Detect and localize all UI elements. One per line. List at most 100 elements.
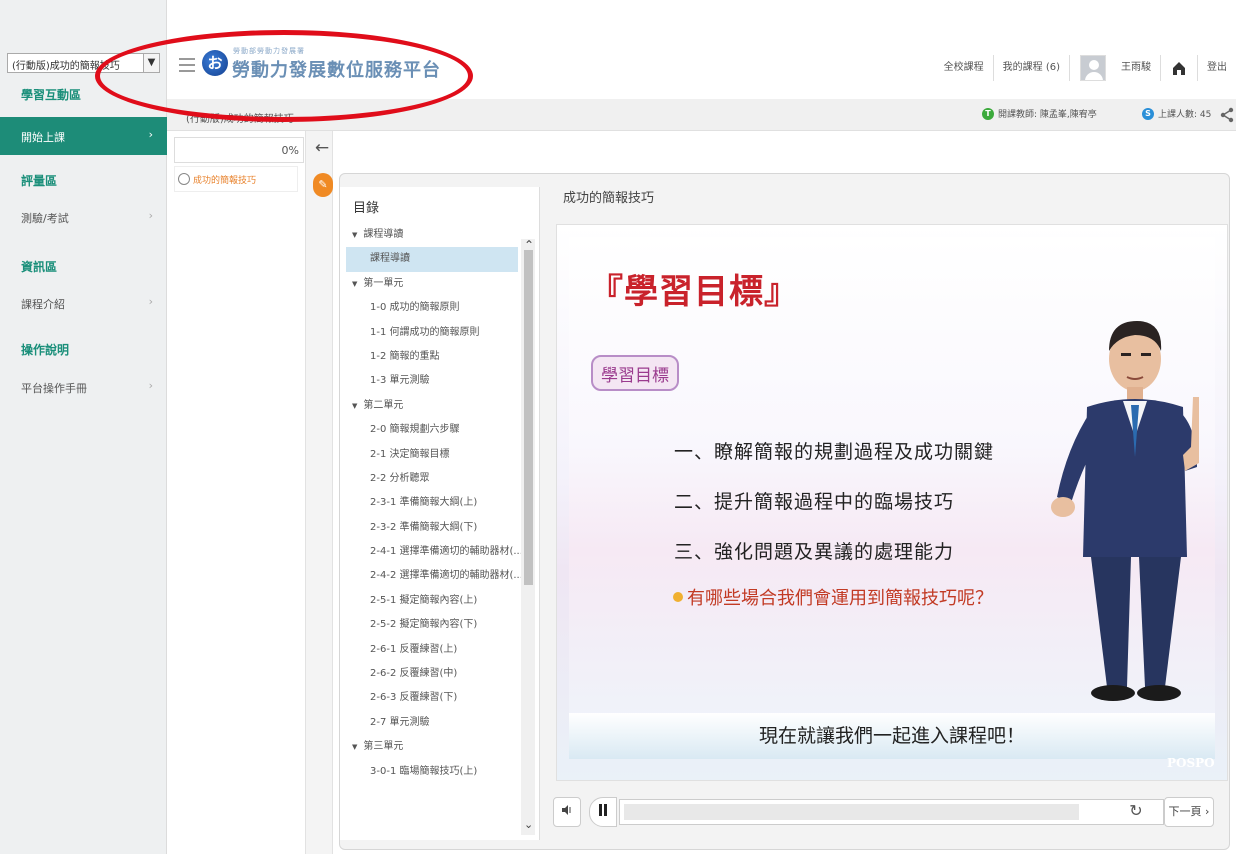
sidebar-item-course-intro[interactable]: 課程介紹 › <box>0 284 167 322</box>
toc-item-label: 2-2 分析聽眾 <box>370 472 430 484</box>
collapse-strip <box>305 131 333 854</box>
sidebar-item-platform-manual[interactable]: 平台操作手冊 › <box>0 368 167 406</box>
logout-link[interactable]: 登出 <box>1197 55 1236 81</box>
arrow-left-icon[interactable]: ← <box>312 137 332 159</box>
online-count: S 上課人數: 45 <box>1142 107 1211 120</box>
teacher-info: T 開課教師: 陳孟峯,陳宥亭 <box>982 107 1097 120</box>
toc-item[interactable]: 2-0 簡報規劃六步驟 <box>340 418 522 442</box>
sidebar-group-learning: 學習互動區 <box>21 88 82 102</box>
sidebar-item-start-class[interactable]: 開始上課 › <box>0 117 167 155</box>
toc-item-label: 1-0 成功的簡報原則 <box>370 302 460 314</box>
toc-item-label: 課程導讀 <box>370 253 410 265</box>
sidebar-group-assessment: 評量區 <box>21 174 58 188</box>
annotation-ellipse <box>95 30 473 122</box>
toc-item[interactable]: 1-2 簡報的重點 <box>340 345 522 369</box>
toc-item[interactable]: 1-0 成功的簡報原則 <box>340 296 522 320</box>
toc-item[interactable]: 1-3 單元測驗 <box>340 369 522 393</box>
slide-footer: 現在就讓我們一起進入課程吧！ <box>569 713 1215 759</box>
chevron-right-icon: › <box>148 128 153 141</box>
toc-item[interactable]: 3-0-1 臨場簡報技巧(上) <box>340 760 522 784</box>
replay-icon[interactable]: ↻ <box>1121 797 1151 827</box>
pause-icon <box>599 804 607 816</box>
sidebar-item-quiz[interactable]: 測驗/考試 › <box>0 198 167 236</box>
presenter-illustration <box>1051 321 1199 701</box>
chevron-right-icon: › <box>148 295 153 308</box>
online-users-icon: S <box>1142 107 1154 120</box>
toc-item-label: 2-6-2 反覆練習(中) <box>370 668 458 680</box>
online-label: 上課人數: 45 <box>1158 110 1212 120</box>
slide-point-1: 一、瞭解簡報的規劃過程及成功關鍵 <box>674 441 995 463</box>
seek-bar[interactable] <box>619 799 1164 825</box>
toc-item-label: 2-4-2 選擇準備適切的輔助器材(... <box>370 570 522 582</box>
slide-question: 有哪些場合我們會運用到簡報技巧呢？ <box>673 584 993 610</box>
toc-group[interactable]: ▼ 第三單元 <box>340 735 522 759</box>
slide-heading: 『學習目標』 <box>589 272 799 312</box>
toc-item[interactable]: 1-1 何謂成功的簡報原則 <box>340 321 522 345</box>
chevron-up-icon[interactable]: ⌃ <box>524 238 534 252</box>
notes-icon[interactable]: ✎ <box>313 173 333 197</box>
toc-item[interactable]: 2-7 單元測驗 <box>340 711 522 735</box>
triangle-down-icon: ▼ <box>352 231 358 239</box>
slide-point-2: 二、提升簡報過程中的臨場技巧 <box>674 491 955 513</box>
toc-item-label: 2-3-1 準備簡報大綱(上) <box>370 497 478 509</box>
chevron-down-icon[interactable]: ⌄ <box>524 818 533 831</box>
toc-item-label: 2-1 決定簡報目標 <box>370 448 450 460</box>
all-courses-link[interactable]: 全校課程 <box>935 55 994 81</box>
toc-item-label: 1-1 何謂成功的簡報原則 <box>370 326 480 338</box>
toc-item-label: 2-3-2 準備簡報大綱(下) <box>370 521 478 533</box>
sidebar-item-label: 開始上課 <box>21 131 65 144</box>
toc-item[interactable]: 2-3-1 準備簡報大綱(上) <box>340 491 522 515</box>
next-page-button[interactable]: 下一頁 › <box>1164 797 1214 827</box>
toc-item[interactable]: 2-6-1 反覆練習(上) <box>340 638 522 662</box>
pause-button[interactable] <box>589 797 617 827</box>
progress-item[interactable]: 成功的簡報技巧 <box>174 166 298 192</box>
chevron-right-icon: › <box>148 379 153 392</box>
slide-content: 『學習目標』 學習目標 一、瞭解簡報的規劃過程及成功關鍵 二、提升簡報過程中的臨… <box>569 237 1215 759</box>
toc-item[interactable]: 2-5-1 擬定簡報內容(上) <box>340 589 522 613</box>
toc-scrollbar-thumb[interactable] <box>524 250 533 585</box>
triangle-down-icon: ▼ <box>352 743 358 752</box>
toc-item-label: 2-7 單元測驗 <box>370 716 430 728</box>
toc-item[interactable]: 2-6-3 反覆練習(下) <box>340 686 522 710</box>
triangle-down-icon: ▼ <box>352 279 358 288</box>
my-courses-link[interactable]: 我的課程 (6) <box>994 55 1070 81</box>
volume-button[interactable] <box>553 797 581 827</box>
toc-item-label: 課程導讀 <box>363 229 404 240</box>
toc-item-label: 第二單元 <box>363 399 404 411</box>
toc-item-label: 第三單元 <box>363 741 404 753</box>
sidebar-group-info: 資訊區 <box>21 260 58 274</box>
toc-group[interactable]: ▼ 課程導讀 <box>340 223 522 247</box>
toc-item[interactable]: 2-4-2 選擇準備適切的輔助器材(... <box>340 564 522 588</box>
seek-bar-fill <box>624 804 1079 820</box>
toc-item-label: 1-3 單元測驗 <box>370 375 430 387</box>
toc-item[interactable]: 2-3-2 準備簡報大綱(下) <box>340 516 522 540</box>
progress-percent: 0% <box>174 137 304 163</box>
toc-item-label: 2-5-1 擬定簡報內容(上) <box>370 594 478 606</box>
toc-item-label: 2-0 簡報規劃六步驟 <box>370 424 460 436</box>
toc-item-label: 2-5-2 擬定簡報內容(下) <box>370 619 478 631</box>
toc-item[interactable]: 2-1 決定簡報目標 <box>340 443 522 467</box>
table-of-contents: 目錄 ▼ 課程導讀 課程導讀 ▼ 第一單元 1-0 成功的簡報原則 1-1 何謂成功的簡報原… <box>340 187 540 840</box>
toc-item-label: 1-2 簡報的重點 <box>370 350 440 362</box>
toc-item[interactable]: 2-4-1 選擇準備適切的輔助器材(... <box>340 540 522 564</box>
avatar[interactable] <box>1080 55 1106 81</box>
toc-item[interactable]: 課程導讀 <box>346 247 518 272</box>
toc-item[interactable]: 2-2 分析聽眾 <box>340 467 522 491</box>
toc-group[interactable]: ▼ 第一單元 <box>340 272 522 296</box>
toc-item-label: 2-4-1 選擇準備適切的輔助器材(... <box>370 546 522 558</box>
toc-item[interactable]: 2-5-2 擬定簡報內容(下) <box>340 613 522 637</box>
toc-list: ▼ 課程導讀 課程導讀 ▼ 第一單元 1-0 成功的簡報原則 1-1 何謂成功的簡報原則 1-… <box>340 223 522 784</box>
home-icon[interactable] <box>1171 60 1187 76</box>
toc-item-label: 第一單元 <box>363 277 404 289</box>
toc-group[interactable]: ▼ 第二單元 <box>340 394 522 418</box>
teacher-label: 開課教師: 陳孟峯,陳宥亭 <box>998 110 1097 120</box>
slide-badge: 學習目標 <box>591 355 679 391</box>
toc-item[interactable]: 2-6-2 反覆練習(中) <box>340 662 522 686</box>
share-icon[interactable] <box>1219 107 1235 126</box>
progress-item-label: 成功的簡報技巧 <box>193 176 257 186</box>
toc-tab[interactable]: 目錄 <box>346 187 384 221</box>
user-name[interactable]: 王雨駿 <box>1112 55 1161 81</box>
toc-item-label: 2-6-1 反覆練習(上) <box>370 643 458 655</box>
top-nav: 全校課程 我的課程 (6) 王雨駿 登出 <box>935 55 1236 81</box>
slide-watermark: POSPO <box>1167 756 1215 770</box>
